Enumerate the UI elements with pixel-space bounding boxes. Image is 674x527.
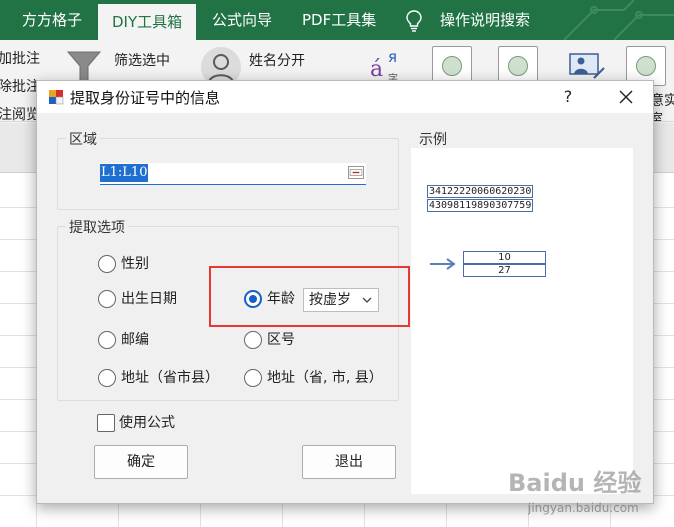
tab-pdf-tools[interactable]: PDF工具集 — [302, 0, 376, 40]
filter-selected-button[interactable]: 筛选选中 — [114, 50, 170, 70]
radio-circle[interactable] — [244, 369, 262, 387]
address-comma-label: 地址（省, 市, 县） — [267, 370, 383, 386]
comment-reader-item[interactable]: 注阅览 — [0, 104, 40, 121]
ok-button[interactable]: 确定 — [94, 445, 188, 479]
range-value: L1:L10 — [100, 164, 149, 182]
svg-text:á: á — [370, 57, 383, 82]
exit-button[interactable]: 退出 — [302, 445, 396, 479]
gender-label: 性别 — [121, 256, 149, 272]
tab-formula-wizard[interactable]: 公式向导 — [212, 0, 272, 40]
preview-group-label: 示例 — [416, 129, 450, 149]
add-comment-item[interactable]: 加批注 — [0, 48, 40, 68]
preview-result-2: 27 — [463, 264, 546, 277]
tab-fangfang-gezi[interactable]: 方方格子 — [22, 0, 82, 40]
svg-text:Baidu 经验: Baidu 经验 — [508, 469, 641, 497]
help-button[interactable]: ? — [555, 84, 581, 110]
use-formula-checkbox[interactable] — [97, 414, 115, 432]
split-name-button[interactable]: 姓名分开 — [249, 50, 305, 70]
ribbon-decoration — [563, 0, 674, 40]
watermark-url: jingyan.baidu.com — [528, 501, 639, 515]
dialog-title-bar[interactable]: 提取身份证号中的信息 ? — [37, 81, 653, 113]
app-icon — [49, 90, 64, 105]
baidu-logo-icon: Baidu 经验 — [508, 469, 641, 497]
ribbon-tab-bar: 方方格子 DIY工具箱 公式向导 PDF工具集 操作说明搜索 — [0, 0, 674, 40]
radio-circle[interactable] — [98, 255, 116, 273]
tab-diy-toolbox[interactable]: DIY工具箱 — [98, 4, 197, 40]
address-compact-label: 地址（省市县） — [121, 370, 219, 386]
preview-result-1: 10 — [463, 251, 546, 264]
range-input[interactable]: L1:L10 — [100, 163, 366, 185]
svg-text:я: я — [388, 48, 397, 66]
lightbulb-icon — [406, 10, 422, 32]
use-formula-label: 使用公式 — [119, 415, 175, 431]
baidu-watermark: Baidu 经验 jingyan.baidu.com — [506, 463, 666, 523]
dialog-title: 提取身份证号中的信息 — [70, 89, 221, 107]
tab-help-search[interactable]: 操作说明搜索 — [440, 0, 530, 40]
preview-id-1: 341222200606202307 — [427, 185, 533, 198]
presentation-icon — [569, 53, 605, 79]
range-group-label: 区域 — [66, 129, 100, 149]
radio-circle[interactable] — [98, 331, 116, 349]
range-select-icon[interactable] — [348, 166, 364, 179]
options-group-label: 提取选项 — [66, 217, 128, 237]
preview-panel: 341222200606202307 430981198903077599 10… — [411, 148, 633, 494]
preview-id-2: 430981198903077599 — [427, 199, 533, 212]
radio-circle[interactable] — [244, 331, 262, 349]
district-code-label: 区号 — [267, 332, 295, 348]
postcode-label: 邮编 — [121, 332, 149, 348]
extract-id-info-dialog: 提取身份证号中的信息 ? 区域 L1:L10 提取选项 性别 出生日期 年龄 按… — [36, 80, 654, 504]
delete-comment-item[interactable]: 除批注 — [0, 76, 40, 96]
radio-circle[interactable] — [98, 369, 116, 387]
birthdate-label: 出生日期 — [121, 291, 177, 307]
highlight-box — [209, 266, 410, 327]
close-icon[interactable] — [611, 84, 641, 110]
arrow-right-icon — [430, 258, 456, 270]
radio-circle[interactable] — [98, 290, 116, 308]
